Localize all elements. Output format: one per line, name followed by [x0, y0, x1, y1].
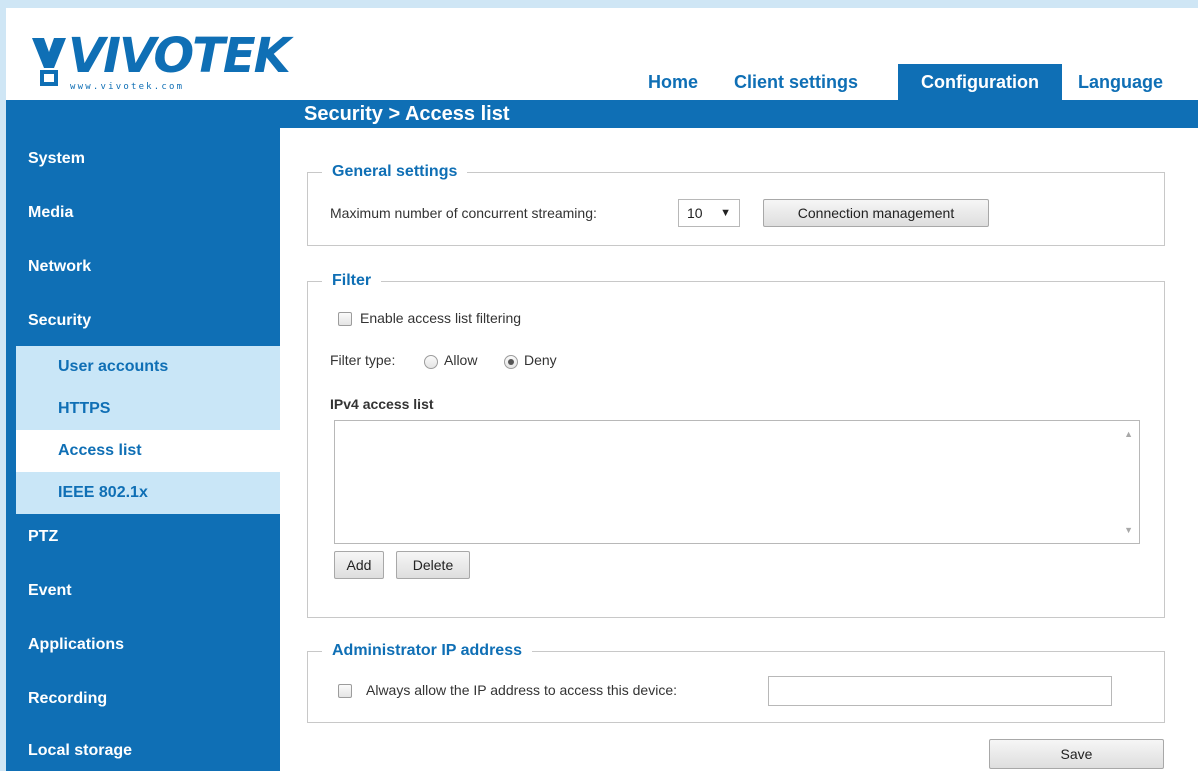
filter-deny-radio[interactable] — [504, 355, 518, 369]
admin-ip-input[interactable] — [768, 676, 1112, 706]
general-settings-legend: General settings — [322, 161, 468, 183]
logo-mark-icon — [32, 38, 66, 86]
general-settings-section: General settings Maximum number of concu… — [307, 161, 1165, 246]
sidebar: System Media Network Security User accou… — [6, 128, 280, 771]
nav-configuration[interactable]: Configuration — [898, 64, 1062, 100]
filter-allow-label: Allow — [444, 352, 478, 368]
sidebar-item-local-storage[interactable]: Local storage — [6, 742, 280, 760]
breadcrumb: Security > Access list — [304, 103, 510, 125]
nav-client-settings[interactable]: Client settings — [724, 64, 868, 100]
max-streaming-value: 10 — [687, 205, 703, 221]
scroll-up-icon[interactable]: ▲ — [1124, 429, 1133, 439]
ipv4-access-listbox[interactable]: ▲ ▼ — [334, 420, 1140, 544]
ipv4-access-list-label: IPv4 access list — [330, 396, 434, 412]
save-button[interactable]: Save — [989, 739, 1164, 769]
nav-home[interactable]: Home — [638, 64, 708, 100]
filter-type-label: Filter type: — [330, 352, 396, 368]
scroll-down-icon[interactable]: ▼ — [1124, 525, 1133, 535]
filter-section: Filter Enable access list filtering Filt… — [307, 270, 1165, 618]
filter-legend: Filter — [322, 270, 382, 292]
nav-language[interactable]: Language — [1068, 64, 1173, 100]
window-frame-top — [0, 0, 1198, 8]
sidebar-item-event[interactable]: Event — [6, 582, 280, 600]
sidebar-item-ptz[interactable]: PTZ — [6, 528, 280, 546]
max-streaming-label: Maximum number of concurrent streaming: — [330, 205, 597, 221]
title-bar: Security > Access list — [6, 100, 1198, 128]
enable-access-list-checkbox[interactable] — [338, 312, 352, 326]
sidebar-item-media[interactable]: Media — [6, 204, 280, 222]
filter-deny-label: Deny — [524, 352, 557, 368]
sidebar-subitem-ieee8021x[interactable]: IEEE 802.1x — [16, 472, 280, 514]
vivotek-logo[interactable]: VIVOTEK www.vivotek.com — [30, 28, 291, 98]
logo-wordmark: VIVOTEK — [68, 28, 291, 84]
sidebar-subitem-user-accounts[interactable]: User accounts — [16, 346, 280, 388]
sidebar-item-network[interactable]: Network — [6, 258, 280, 276]
admin-ip-legend: Administrator IP address — [322, 640, 532, 662]
sidebar-subitem-https[interactable]: HTTPS — [16, 388, 280, 430]
sidebar-item-system[interactable]: System — [6, 150, 280, 168]
enable-access-list-label: Enable access list filtering — [360, 310, 522, 326]
connection-management-button[interactable]: Connection management — [763, 199, 989, 227]
sidebar-subitem-access-list[interactable]: Access list — [16, 430, 280, 472]
logo-url: www.vivotek.com — [70, 82, 185, 92]
filter-allow-radio[interactable] — [424, 355, 438, 369]
always-allow-label: Always allow the IP address to access th… — [366, 682, 678, 698]
header: VIVOTEK www.vivotek.com Home Client sett… — [6, 8, 1198, 100]
add-button[interactable]: Add — [334, 551, 384, 579]
chevron-down-icon: ▼ — [720, 207, 731, 219]
sidebar-item-recording[interactable]: Recording — [6, 690, 280, 708]
admin-ip-section: Administrator IP address Always allow th… — [307, 640, 1165, 723]
delete-button[interactable]: Delete — [396, 551, 470, 579]
always-allow-checkbox[interactable] — [338, 684, 352, 698]
sidebar-item-applications[interactable]: Applications — [6, 636, 280, 654]
max-streaming-select[interactable]: 10 ▼ — [678, 199, 740, 227]
sidebar-item-security[interactable]: Security — [6, 312, 280, 330]
